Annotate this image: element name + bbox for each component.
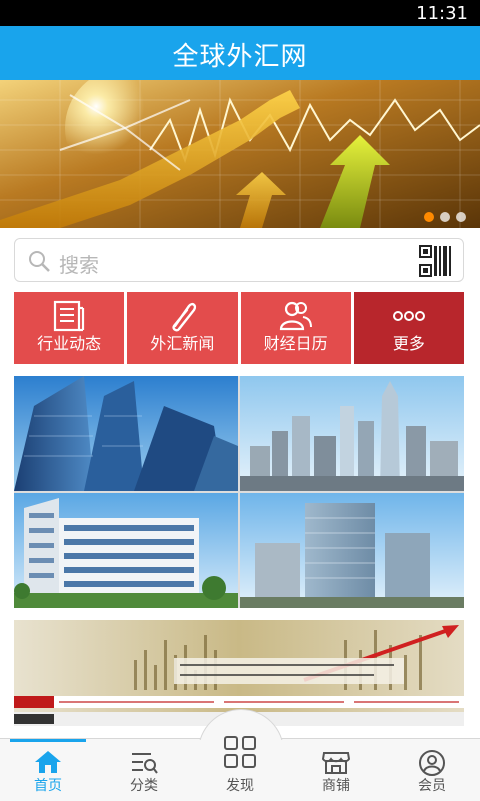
- search-input[interactable]: 搜索: [59, 249, 99, 278]
- grid-icon: [224, 736, 256, 768]
- building-image: [240, 376, 464, 491]
- tab-label: 首页: [34, 778, 62, 794]
- qr-scan-icon[interactable]: [419, 245, 453, 277]
- category-label: 行业动态: [37, 334, 102, 353]
- building-image: [14, 376, 238, 491]
- people-icon: [279, 301, 312, 331]
- building-image: [240, 493, 464, 608]
- category-forex-news[interactable]: 外汇新闻: [127, 292, 238, 364]
- newspaper-icon: [54, 300, 85, 332]
- tab-label: 发现: [226, 778, 254, 794]
- home-icon: [35, 751, 61, 773]
- category-industry-news[interactable]: 行业动态: [14, 292, 125, 364]
- page-title: 全球外汇网: [172, 42, 308, 72]
- tab-label: 会员: [418, 778, 446, 794]
- paperclip-icon: [172, 302, 197, 332]
- tab-discover[interactable]: 发现: [192, 736, 288, 801]
- carousel-dot: [440, 212, 450, 222]
- shop-icon: [321, 752, 351, 774]
- category-menu: 行业动态 外汇新闻 财经日历 更多: [14, 292, 464, 364]
- search-icon: [29, 251, 50, 272]
- category-label: 财经日历: [263, 334, 328, 353]
- more-dots-icon: [392, 311, 425, 321]
- modern-towers-tile[interactable]: [240, 493, 464, 608]
- status-bar: 11:31: [0, 0, 480, 26]
- user-icon: [419, 750, 445, 776]
- banner-carousel[interactable]: [0, 80, 480, 228]
- category-label: 外汇新闻: [150, 334, 215, 353]
- carousel-dot: [456, 212, 466, 222]
- top-bar: 全球外汇网: [0, 26, 480, 80]
- city-skyline-tile[interactable]: [240, 376, 464, 491]
- image-grid: [14, 376, 464, 608]
- office-building-tile[interactable]: [14, 493, 238, 608]
- category-icon: [132, 753, 158, 774]
- tab-category[interactable]: 分类: [96, 739, 192, 801]
- banner-image: [0, 80, 480, 228]
- tab-member[interactable]: 会员: [384, 739, 480, 801]
- tab-label: 商铺: [322, 778, 350, 794]
- bottom-navigation: 首页 分类 发现 商铺 会员: [0, 709, 480, 801]
- carousel-indicator: [424, 212, 466, 222]
- category-label: 更多: [392, 334, 425, 353]
- carousel-dot: [424, 212, 434, 222]
- search-bar[interactable]: 搜索: [14, 238, 464, 282]
- skyscraper-glass-tile[interactable]: [14, 376, 238, 491]
- category-more[interactable]: 更多: [353, 292, 464, 364]
- category-finance-calendar[interactable]: 财经日历: [240, 292, 351, 364]
- tab-home[interactable]: 首页: [0, 739, 96, 801]
- status-time: 11:31: [416, 3, 468, 24]
- tab-label: 分类: [130, 778, 158, 794]
- building-image: [14, 493, 238, 608]
- tab-shop[interactable]: 商铺: [288, 739, 384, 801]
